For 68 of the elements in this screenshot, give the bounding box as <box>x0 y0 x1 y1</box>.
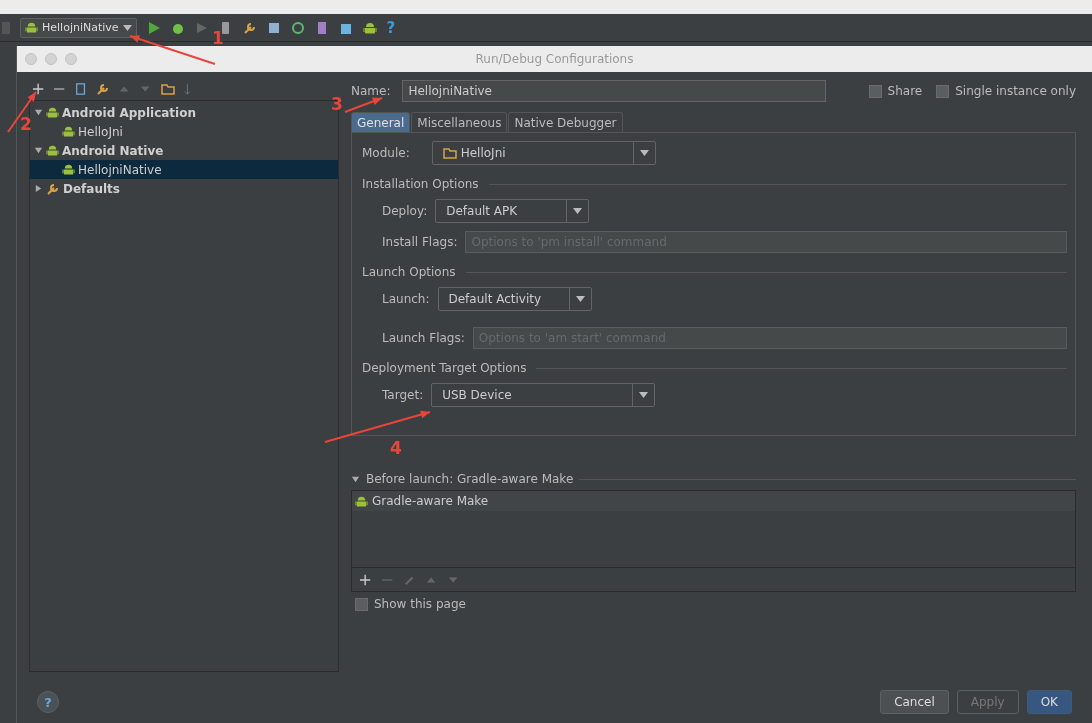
android-icon <box>46 106 59 119</box>
name-label: Name: <box>351 84 391 98</box>
expand-icon[interactable] <box>34 184 43 193</box>
checkbox[interactable] <box>355 597 368 611</box>
checkbox-label: Share <box>887 84 923 98</box>
caret-icon <box>122 24 132 31</box>
field-label: Module: <box>362 146 410 160</box>
section-title: Installation Options <box>362 177 479 191</box>
annotation-number: 2 <box>20 114 32 134</box>
wrench-icon[interactable] <box>242 20 257 35</box>
caret-icon <box>639 150 649 156</box>
add-icon[interactable] <box>33 82 45 96</box>
annotation-number: 1 <box>212 28 224 48</box>
tree-label: Android Native <box>62 143 164 158</box>
add-icon[interactable] <box>360 572 372 587</box>
android-icon <box>62 125 75 138</box>
wrench-icon[interactable] <box>46 181 60 196</box>
tree-label: Android Application <box>62 105 196 120</box>
tree-item[interactable]: Defaults <box>30 179 338 198</box>
module-dropdown[interactable]: HelloJni <box>431 141 656 165</box>
section-title: Before launch: Gradle-aware Make <box>366 472 574 486</box>
android-icon <box>46 144 59 157</box>
checkbox-label: Show this page <box>374 597 466 611</box>
tree-item[interactable]: HelloJni <box>30 122 338 141</box>
collapse-icon[interactable] <box>351 474 360 484</box>
dropdown[interactable]: Default Activity <box>437 287 592 311</box>
android-icon <box>25 21 38 34</box>
section-title: Launch Options <box>362 265 456 279</box>
task-item[interactable]: Gradle-aware Make <box>352 491 1075 511</box>
checkbox[interactable] <box>868 84 882 98</box>
tree-item[interactable]: Android Native <box>30 141 338 160</box>
folder-icon[interactable] <box>161 82 175 96</box>
dialog-button[interactable]: Cancel <box>880 690 949 714</box>
expand-icon[interactable] <box>34 146 43 155</box>
dropdown[interactable]: Default APK <box>435 199 590 223</box>
field-label: Install Flags: <box>382 235 458 249</box>
caret-icon <box>575 296 585 302</box>
tree-label: Defaults <box>63 181 120 196</box>
checkbox-label: Single instance only <box>955 84 1076 98</box>
dropdown[interactable]: USB Device <box>431 383 656 407</box>
annotation-number: 4 <box>390 438 402 458</box>
dialog-button[interactable]: OK <box>1026 690 1072 714</box>
annotation-number: 3 <box>331 94 343 114</box>
tree-item[interactable]: HellojniNative <box>30 160 338 179</box>
field-label: Deploy: <box>382 204 428 218</box>
field-label: Launch Flags: <box>382 331 465 345</box>
android-icon <box>62 163 75 176</box>
play-icon[interactable] <box>146 20 161 35</box>
tab[interactable]: Native Debugger <box>508 112 623 132</box>
field-label: Target: <box>382 388 424 402</box>
section-title: Deployment Target Options <box>362 361 527 375</box>
run-config-dropdown[interactable]: HellojniNative <box>20 17 137 38</box>
help-icon[interactable]: ? <box>386 18 396 37</box>
android-icon <box>362 20 377 35</box>
tree-label: HelloJni <box>78 124 123 139</box>
name-field[interactable]: HellojniNative <box>402 80 827 102</box>
tab[interactable]: General <box>351 112 411 132</box>
field-label: Launch: <box>382 292 430 306</box>
wrench-icon[interactable] <box>96 82 110 96</box>
caret-icon <box>639 392 649 398</box>
tab[interactable]: Miscellaneous <box>411 112 508 132</box>
expand-icon[interactable] <box>34 108 43 117</box>
android-icon <box>355 494 368 508</box>
caret-icon <box>573 208 583 214</box>
dialog-title: Run/Debug Configurations <box>474 52 635 66</box>
checkbox[interactable] <box>936 84 950 98</box>
folder-icon[interactable] <box>442 146 457 160</box>
tree-label: HellojniNative <box>78 162 162 177</box>
